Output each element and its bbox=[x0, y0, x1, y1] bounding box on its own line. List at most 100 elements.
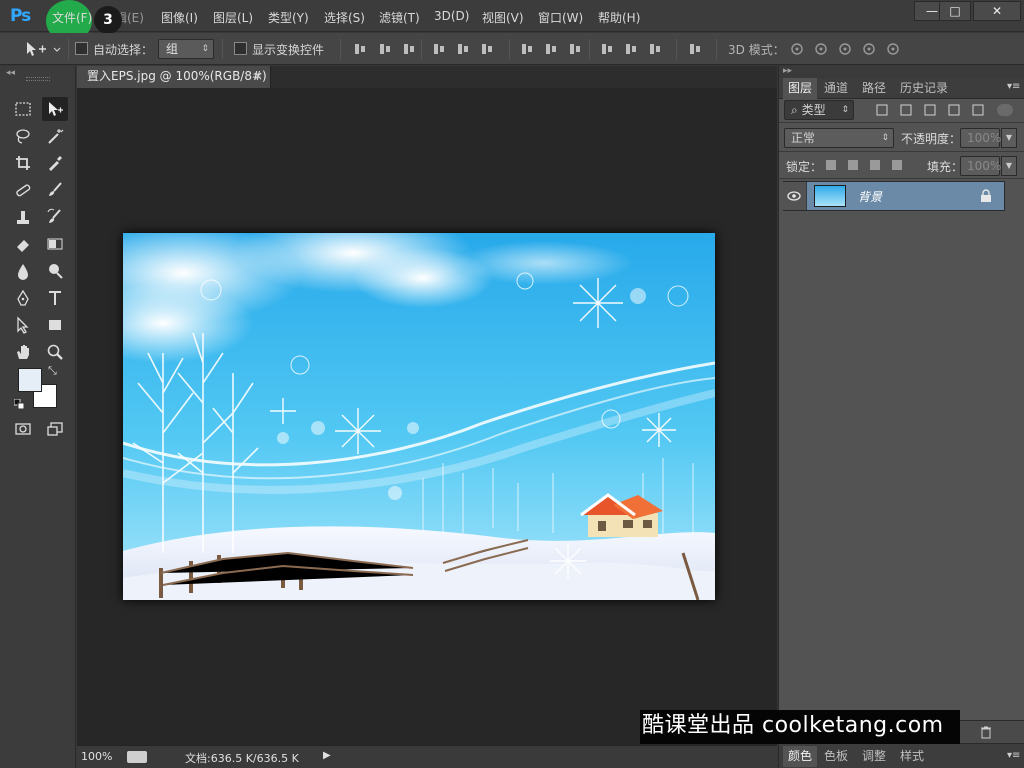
gradient-icon[interactable] bbox=[42, 232, 68, 256]
rectangle-icon[interactable] bbox=[42, 313, 68, 337]
path-select-icon[interactable] bbox=[10, 313, 36, 337]
panel-menu-icon[interactable]: ▾≡ bbox=[1007, 750, 1020, 761]
menu-type[interactable]: 类型(Y) bbox=[268, 9, 309, 26]
quick-mask-icon[interactable] bbox=[10, 417, 36, 441]
menu-window[interactable]: 窗口(W) bbox=[538, 9, 583, 26]
align-right-icon[interactable] bbox=[480, 42, 494, 56]
align-left-icon[interactable] bbox=[432, 42, 446, 56]
delete-layer-icon[interactable] bbox=[979, 725, 993, 739]
clone-stamp-icon[interactable] bbox=[10, 205, 36, 229]
tab-color[interactable]: 颜色 bbox=[783, 746, 818, 767]
lock-transparent-icon[interactable] bbox=[824, 158, 838, 172]
tab-layers[interactable]: 图层 bbox=[783, 78, 818, 99]
crop-icon[interactable] bbox=[10, 151, 36, 175]
menu-image[interactable]: 图像(I) bbox=[161, 9, 198, 26]
brush-icon[interactable] bbox=[42, 178, 68, 202]
tab-channels[interactable]: 通道 bbox=[819, 78, 853, 99]
tab-adjustments[interactable]: 调整 bbox=[857, 746, 891, 767]
tab-history[interactable]: 历史记录 bbox=[895, 78, 953, 99]
menu-select[interactable]: 选择(S) bbox=[324, 9, 365, 26]
document-tab[interactable]: 置入EPS.jpg @ 100%(RGB/8#) × bbox=[77, 66, 271, 88]
zoom-icon[interactable] bbox=[42, 340, 68, 364]
swap-colors-icon[interactable]: ⤡ bbox=[48, 364, 57, 378]
panel-menu-icon[interactable]: ▾≡ bbox=[1007, 81, 1020, 92]
layer-filter-dropdown[interactable]: ⌕ 类型 ⇕ bbox=[784, 100, 854, 120]
filter-toggle-switch[interactable] bbox=[997, 104, 1013, 116]
type-icon[interactable] bbox=[42, 286, 68, 310]
distribute-bottom-icon[interactable] bbox=[568, 42, 582, 56]
close-button[interactable]: ✕ bbox=[973, 1, 1021, 21]
distribute-hcenter-icon[interactable] bbox=[624, 42, 638, 56]
status-menu-arrow-icon[interactable]: ▶ bbox=[323, 750, 331, 761]
menu-layer[interactable]: 图层(L) bbox=[213, 9, 253, 26]
3d-slide-icon[interactable] bbox=[860, 42, 878, 56]
blend-mode-dropdown[interactable]: 正常 ⇕ bbox=[784, 128, 894, 148]
auto-select-checkbox[interactable] bbox=[75, 42, 88, 55]
dodge-icon[interactable] bbox=[42, 259, 68, 283]
expand-arrows-icon[interactable]: ▸▸ bbox=[783, 66, 792, 76]
filter-type-icon[interactable] bbox=[923, 103, 937, 117]
menu-3d[interactable]: 3D(D) bbox=[434, 9, 469, 23]
3d-roll-icon[interactable] bbox=[812, 42, 830, 56]
eraser-icon[interactable] bbox=[10, 232, 36, 256]
opacity-dropdown-arrow[interactable]: ▼ bbox=[1001, 128, 1017, 148]
auto-select-dropdown[interactable]: 组 ⇕ bbox=[158, 39, 214, 59]
maximize-button[interactable]: □ bbox=[939, 1, 971, 21]
show-transform-checkbox[interactable] bbox=[234, 42, 247, 55]
history-brush-icon[interactable] bbox=[42, 205, 68, 229]
eyedropper-icon[interactable] bbox=[42, 151, 68, 175]
3d-scale-icon[interactable] bbox=[884, 42, 902, 56]
collapse-arrows-icon[interactable]: ◂◂ bbox=[6, 68, 15, 78]
distribute-vcenter-icon[interactable] bbox=[544, 42, 558, 56]
canvas-area[interactable] bbox=[77, 88, 777, 745]
close-tab-icon[interactable]: × bbox=[253, 66, 263, 87]
align-hcenter-icon[interactable] bbox=[456, 42, 470, 56]
fill-input[interactable]: 100% bbox=[960, 156, 1001, 176]
distribute-left-icon[interactable] bbox=[600, 42, 614, 56]
toolbox-grip[interactable] bbox=[26, 77, 50, 81]
rect-marquee-icon[interactable] bbox=[10, 97, 36, 121]
distribute-top-icon[interactable] bbox=[520, 42, 534, 56]
zoom-level[interactable]: 100% bbox=[81, 750, 112, 763]
auto-align-icon[interactable] bbox=[688, 42, 702, 56]
blur-icon[interactable] bbox=[10, 259, 36, 283]
filter-adjustment-icon[interactable] bbox=[899, 103, 913, 117]
tab-styles[interactable]: 样式 bbox=[895, 746, 929, 767]
tab-swatches[interactable]: 色板 bbox=[819, 746, 853, 767]
layer-row-background[interactable]: 背景 bbox=[781, 181, 1005, 211]
distribute-right-icon[interactable] bbox=[648, 42, 662, 56]
fill-dropdown-arrow[interactable]: ▼ bbox=[1001, 156, 1017, 176]
lock-image-icon[interactable] bbox=[846, 158, 860, 172]
tool-preset-picker[interactable] bbox=[24, 40, 64, 58]
3d-drag-icon[interactable] bbox=[836, 42, 854, 56]
align-bottom-icon[interactable] bbox=[402, 42, 416, 56]
opacity-input[interactable]: 100% bbox=[960, 128, 1001, 148]
filter-smart-object-icon[interactable] bbox=[971, 103, 985, 117]
filter-pixel-icon[interactable] bbox=[875, 103, 889, 117]
lock-position-icon[interactable] bbox=[868, 158, 882, 172]
layer-name[interactable]: 背景 bbox=[858, 188, 882, 205]
menu-file[interactable]: 文件(F) bbox=[52, 9, 92, 26]
lasso-icon[interactable] bbox=[10, 124, 36, 148]
menu-help[interactable]: 帮助(H) bbox=[598, 9, 640, 26]
document-image-winter-scene[interactable] bbox=[123, 233, 715, 600]
move-tool-icon[interactable] bbox=[42, 97, 68, 121]
menu-filter[interactable]: 滤镜(T) bbox=[379, 9, 420, 26]
align-vcenter-icon[interactable] bbox=[378, 42, 392, 56]
filter-shape-icon[interactable] bbox=[947, 103, 961, 117]
3d-rotate-icon[interactable] bbox=[788, 42, 806, 56]
lock-all-icon[interactable] bbox=[890, 158, 904, 172]
dropdown-arrow-icon: ⇕ bbox=[841, 105, 849, 115]
status-info-icon[interactable] bbox=[127, 751, 147, 763]
magic-wand-icon[interactable] bbox=[42, 124, 68, 148]
healing-brush-icon[interactable] bbox=[10, 178, 36, 202]
align-top-icon[interactable] bbox=[353, 42, 367, 56]
screen-mode-icon[interactable] bbox=[42, 417, 68, 441]
tab-paths[interactable]: 路径 bbox=[857, 78, 891, 99]
default-colors-icon[interactable] bbox=[13, 398, 25, 410]
foreground-color-swatch[interactable] bbox=[18, 368, 42, 392]
pen-icon[interactable] bbox=[10, 286, 36, 310]
hand-icon[interactable] bbox=[10, 340, 36, 364]
menu-view[interactable]: 视图(V) bbox=[482, 9, 524, 26]
layer-visibility-toggle[interactable] bbox=[781, 182, 807, 210]
